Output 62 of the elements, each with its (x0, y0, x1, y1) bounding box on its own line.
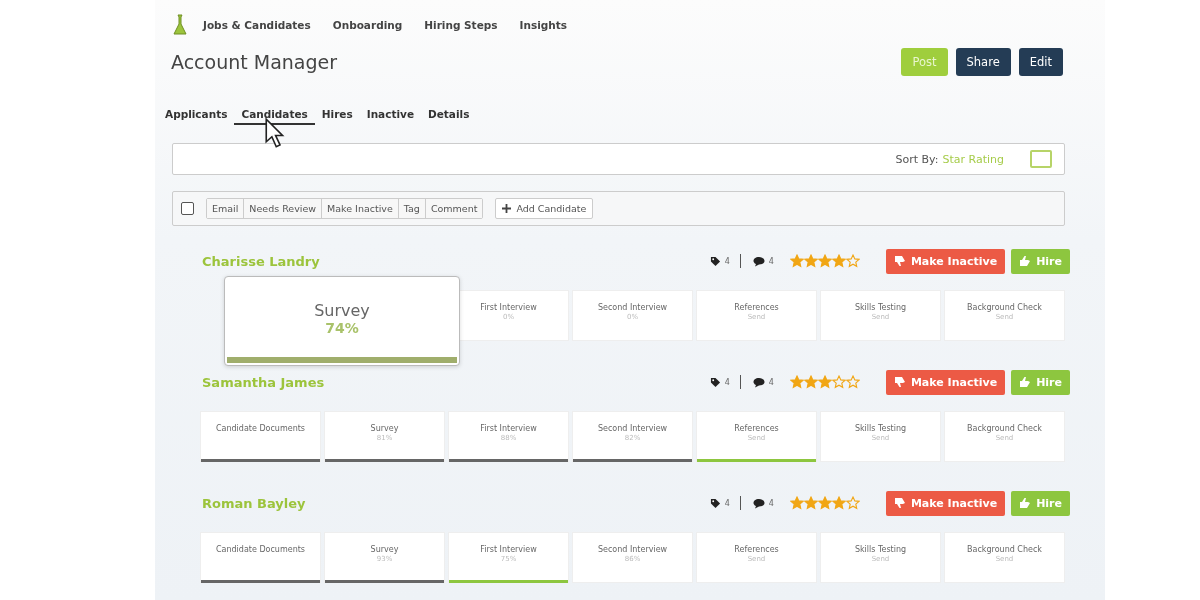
stage-name: First Interview (480, 424, 537, 433)
tab[interactable]: Details (421, 106, 477, 125)
header-button[interactable]: Edit (1018, 48, 1063, 76)
comment-icon (752, 376, 765, 388)
stage-name: References (734, 545, 779, 554)
star-rating[interactable] (789, 496, 860, 510)
star-rating[interactable] (789, 375, 860, 389)
thumbs-down-icon (893, 376, 906, 388)
stage-name: References (734, 424, 779, 433)
page-title: Account Manager (171, 51, 338, 73)
stage-name: Skills Testing (854, 424, 907, 433)
stage-card[interactable]: Candidate Documents (200, 411, 321, 462)
stage-name: Second Interview (597, 424, 668, 433)
sort-label: Sort By: (895, 152, 939, 166)
popup-title: Survey (314, 301, 370, 320)
stage-name: Skills Testing (854, 545, 907, 554)
stage-name: Survey (370, 424, 399, 433)
stage-name: Second Interview (597, 303, 668, 312)
star-rating[interactable] (789, 254, 860, 268)
thumbs-up-icon (1019, 255, 1032, 267)
nav-link[interactable]: Jobs & Candidates (203, 19, 311, 31)
comment-count: 4 (768, 498, 774, 508)
nav-link[interactable]: Insights (519, 19, 568, 31)
tag-count: 4 (724, 256, 730, 266)
stage-name: First Interview (480, 545, 537, 554)
header-button[interactable]: Share (955, 48, 1011, 76)
tag-count: 4 (724, 498, 730, 508)
popup-value: 74% (325, 320, 359, 336)
comment-icon (752, 497, 765, 509)
flask-logo-icon[interactable] (173, 14, 187, 36)
tab[interactable]: Hires (314, 106, 360, 125)
stage-name: Background Check (967, 424, 1042, 433)
stage-name: Background Check (967, 545, 1042, 554)
stage-name: References (734, 303, 779, 312)
stage-name: Candidate Documents (215, 545, 306, 554)
select-all-checkbox[interactable] (181, 202, 194, 215)
thumbs-up-icon (1019, 376, 1032, 388)
nav-link[interactable]: Hiring Steps (424, 19, 498, 31)
thumbs-up-icon (1019, 497, 1032, 509)
add-candidate-button[interactable]: Add Candidate (495, 198, 594, 219)
tab[interactable]: Applicants (165, 106, 235, 125)
comment-count: 4 (768, 256, 774, 266)
stage-name: Background Check (967, 303, 1042, 312)
plus-icon (502, 204, 512, 213)
tag-icon (709, 255, 721, 267)
tag-icon (709, 376, 721, 388)
action-button[interactable]: Email (207, 199, 245, 218)
thumbs-down-icon (893, 497, 906, 509)
stage-name: Survey (370, 545, 399, 554)
stage-name: Skills Testing (854, 303, 907, 312)
tag-icon (709, 497, 721, 509)
nav-link[interactable]: Onboarding (332, 19, 403, 31)
tab[interactable]: Inactive (359, 106, 421, 125)
comment-icon (752, 255, 765, 267)
view-toggle[interactable] (1030, 150, 1052, 168)
comment-count: 4 (768, 377, 774, 387)
stage-card[interactable]: Candidate Documents (200, 532, 321, 583)
stage-name: First Interview (480, 303, 537, 312)
stage-name: Candidate Documents (215, 424, 306, 433)
stage-name: Second Interview (597, 545, 668, 554)
thumbs-down-icon (893, 255, 906, 267)
tag-count: 4 (724, 377, 730, 387)
